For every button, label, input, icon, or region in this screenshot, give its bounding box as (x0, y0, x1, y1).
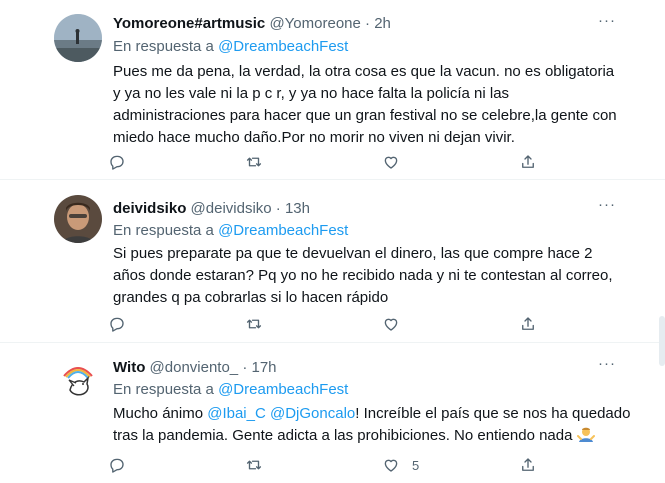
timestamp[interactable]: 13h (285, 200, 310, 217)
user-handle[interactable]: @Yomoreone (269, 15, 360, 32)
reply-mention-link[interactable]: @DreambeachFest (218, 381, 348, 398)
more-options-icon[interactable]: ··· (596, 13, 618, 34)
reply-context: En respuesta a @DreambeachFest (113, 37, 348, 57)
retweet-button[interactable] (245, 313, 263, 335)
share-button[interactable] (519, 454, 537, 476)
retweet-icon (246, 460, 262, 470)
tweet-text-line: tras la pandemia. Gente adicta a las pro… (113, 425, 618, 447)
reply-context: En respuesta a @DreambeachFest (113, 221, 348, 241)
tweet-text-line: Mucho ánimo @Ibai_C @DjGoncalo! Increíbl… (113, 403, 630, 425)
tweet-header: Wito @donviento_ · 17h (113, 358, 277, 378)
tweet-text: Pues me da pena, la verdad, la otra cosa… (113, 61, 618, 149)
more-options-icon[interactable]: ··· (596, 356, 618, 377)
reply-button[interactable] (108, 313, 126, 335)
text-fragment: tras la pandemia. Gente adicta a las pro… (113, 427, 573, 444)
tweet-header: deividsiko @deividsiko · 13h (113, 199, 310, 219)
tweet-text-line: miedo hace mucho daño.Por no morir no vi… (113, 129, 515, 146)
avatar[interactable] (54, 356, 102, 404)
heart-icon (384, 318, 398, 331)
tweet-text-line: grandes q pa cobrarlas si lo hacen rápid… (113, 289, 389, 306)
heart-icon (384, 156, 398, 169)
reply-prefix: En respuesta a (113, 222, 214, 239)
reply-bubble-icon (110, 317, 124, 332)
retweet-button[interactable] (245, 454, 263, 476)
reply-tweet[interactable]: Yomoreone#artmusic @Yomoreone · 2h ··· E… (0, 0, 665, 180)
reply-bubble-icon (110, 458, 124, 473)
tweet-text: Mucho ánimo @Ibai_C @DjGoncalo! Increíbl… (113, 403, 630, 447)
share-icon (522, 458, 534, 471)
reply-prefix: En respuesta a (113, 381, 214, 398)
reply-button[interactable] (108, 454, 126, 476)
like-button[interactable] (382, 151, 400, 173)
tweet-text-line: administraciones para hacer que un gran … (113, 107, 617, 124)
reply-context: En respuesta a @DreambeachFest (113, 380, 348, 400)
text-fragment: ! Increíble el país que se nos ha quedad… (355, 405, 631, 422)
reply-bubble-icon (110, 155, 124, 170)
tweet-text: Si pues preparate pa que te devuelvan el… (113, 243, 618, 309)
heart-icon (384, 459, 398, 472)
mention-link[interactable]: @DjGoncalo (270, 405, 355, 422)
retweet-icon (246, 319, 262, 329)
user-handle[interactable]: @deividsiko (191, 200, 272, 217)
display-name[interactable]: Yomoreone#artmusic (113, 15, 265, 32)
text-fragment: Mucho ánimo (113, 405, 208, 422)
timestamp[interactable]: 17h (252, 359, 277, 376)
avatar[interactable] (54, 195, 102, 243)
tweet-text-line: Si pues preparate pa que te devuelvan el… (113, 245, 593, 262)
separator-dot: · (365, 15, 371, 32)
tweet-text-line: y ya no les vale ni la p c r, y ya no ha… (113, 85, 510, 102)
timestamp[interactable]: 2h (374, 15, 391, 32)
retweet-icon (246, 157, 262, 167)
like-button[interactable]: 5 (382, 454, 419, 476)
avatar[interactable] (54, 14, 102, 62)
tweet-text-line: Pues me da pena, la verdad, la otra cosa… (113, 63, 615, 80)
mention-link[interactable]: @Ibai_C (207, 405, 266, 422)
reply-mention-link[interactable]: @DreambeachFest (218, 38, 348, 55)
reply-prefix: En respuesta a (113, 38, 214, 55)
reply-tweet[interactable]: deividsiko @deividsiko · 13h ··· En resp… (0, 180, 665, 343)
tweet-header: Yomoreone#artmusic @Yomoreone · 2h (113, 14, 391, 34)
share-icon (522, 155, 534, 168)
man-shrugging-emoji-icon (576, 427, 595, 442)
user-handle[interactable]: @donviento_ (150, 359, 239, 376)
more-options-icon[interactable]: ··· (596, 197, 618, 218)
reply-button[interactable] (108, 151, 126, 173)
like-count: 5 (412, 457, 420, 473)
replies-feed: Yomoreone#artmusic @Yomoreone · 2h ··· E… (0, 0, 665, 483)
reply-mention-link[interactable]: @DreambeachFest (218, 222, 348, 239)
scrollbar-thumb[interactable] (659, 316, 665, 366)
tweet-text-line: años donde estaran? Pq yo no he recibido… (113, 267, 613, 284)
separator-dot: · (242, 359, 248, 376)
like-button[interactable] (382, 313, 400, 335)
share-icon (522, 317, 534, 330)
share-button[interactable] (519, 313, 537, 335)
display-name[interactable]: deividsiko (113, 200, 186, 217)
separator-dot: · (275, 200, 281, 217)
share-button[interactable] (519, 151, 537, 173)
reply-tweet[interactable]: Wito @donviento_ · 17h ··· En respuesta … (0, 343, 665, 483)
retweet-button[interactable] (245, 151, 263, 173)
display-name[interactable]: Wito (113, 359, 145, 376)
